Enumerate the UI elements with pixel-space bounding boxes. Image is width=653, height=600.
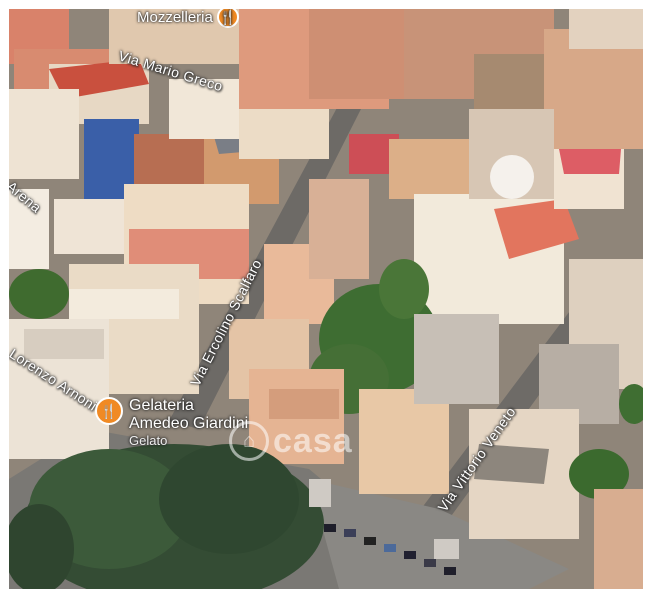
poi-gelateria[interactable]: 🍴 Gelateria Amedeo Giardini Gelato [95, 397, 248, 448]
poi-mozzelleria-label: Mozzelleria [137, 9, 213, 26]
restaurant-icon: 🍴 [216, 9, 239, 28]
poi-gelateria-name-line1: Gelateria [129, 397, 194, 414]
map-frame: Mozzelleria 🍴 Via Mario Greco Via Ercoli… [0, 0, 653, 600]
watermark: ⌂ casa [229, 421, 353, 461]
aerial-map-view[interactable]: Mozzelleria 🍴 Via Mario Greco Via Ercoli… [9, 9, 643, 589]
poi-mozzelleria[interactable]: Mozzelleria 🍴 [137, 9, 239, 28]
watermark-text: casa [273, 421, 353, 460]
restaurant-icon: 🍴 [95, 397, 123, 425]
aerial-imagery [9, 9, 643, 589]
house-icon: ⌂ [229, 421, 269, 461]
